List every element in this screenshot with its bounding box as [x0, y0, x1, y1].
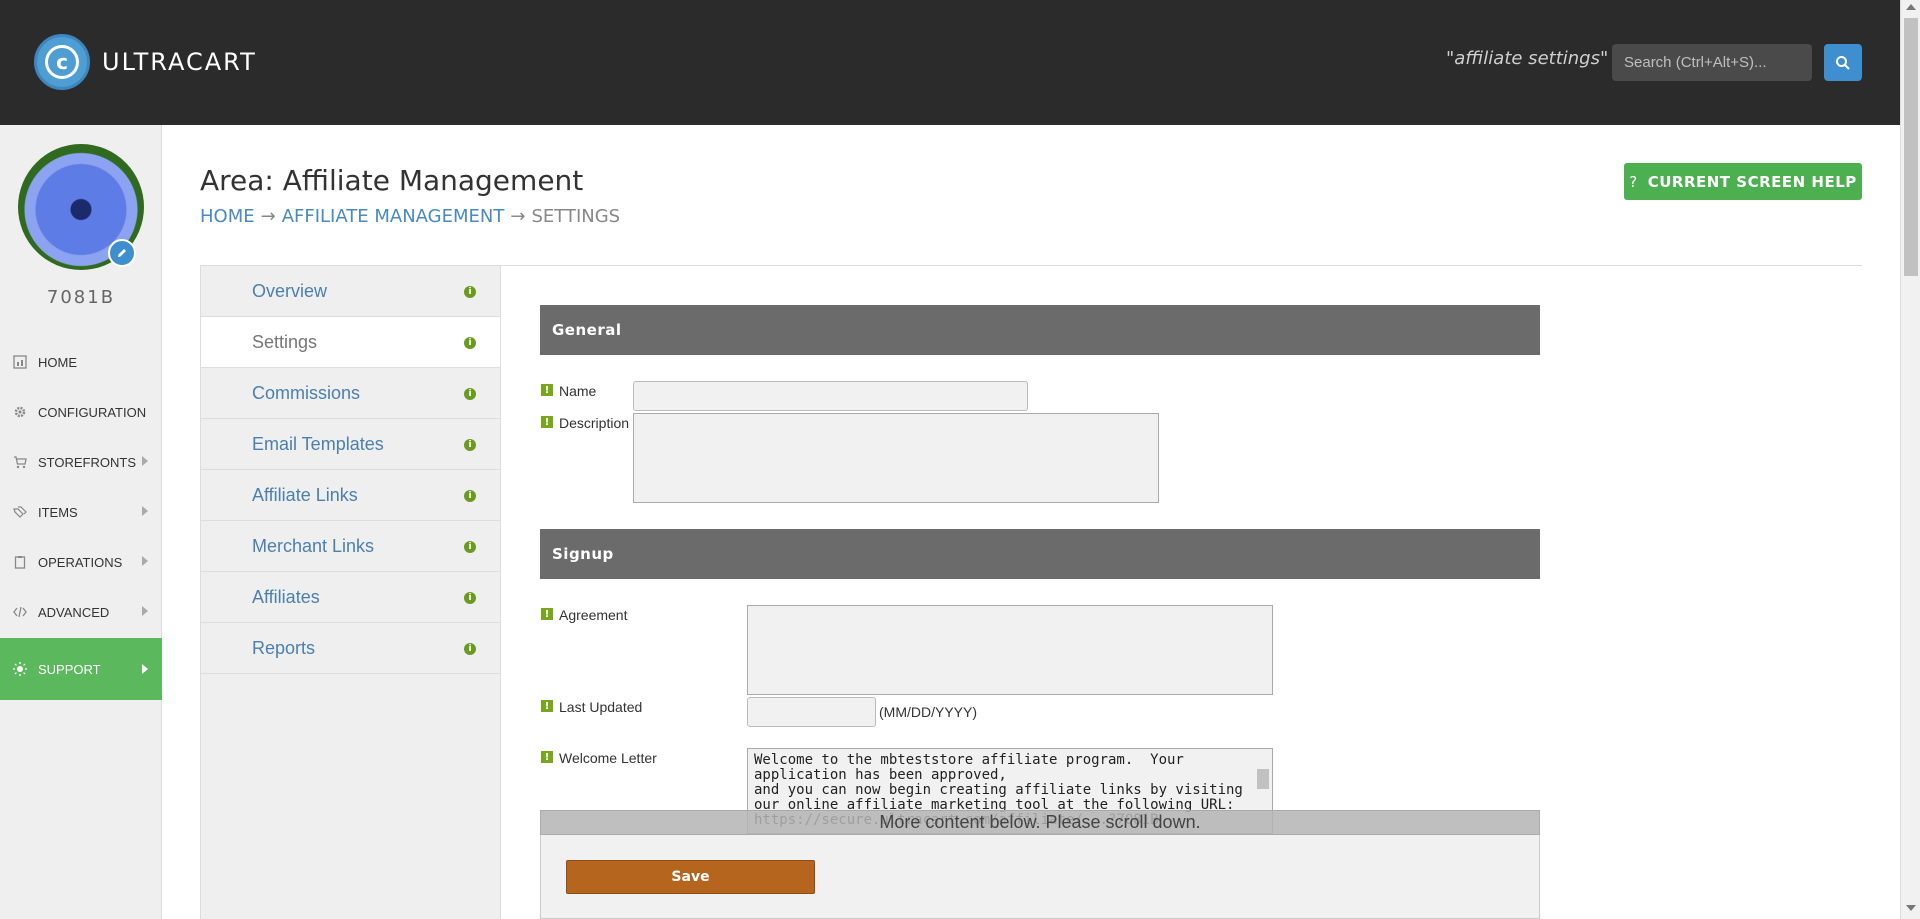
logo-icon: c: [34, 34, 90, 90]
name-label: Name: [559, 383, 597, 399]
sidebar-item-label: SUPPORT: [38, 661, 101, 677]
sidebar-item-configuration[interactable]: CONFIGURATION: [0, 387, 162, 437]
sidebar-item-label: OPERATIONS: [38, 554, 123, 570]
sidebar-item-support[interactable]: SUPPORT: [0, 638, 162, 700]
breadcrumb: HOME → AFFILIATE MANAGEMENT → SETTINGS: [200, 206, 620, 227]
info-icon[interactable]: i: [464, 592, 476, 604]
scrollbar-thumb[interactable]: [1257, 769, 1269, 789]
save-button[interactable]: Save: [566, 860, 815, 894]
pencil-icon: [118, 249, 126, 257]
search-icon: [1836, 55, 1850, 70]
subnav-item-label: Affiliates: [252, 586, 320, 607]
chevron-right-icon: [142, 456, 148, 466]
last-search-term[interactable]: "affiliate settings": [1446, 48, 1608, 69]
breadcrumb-affiliate-management-link[interactable]: AFFILIATE MANAGEMENT: [282, 206, 505, 227]
info-icon[interactable]: i: [464, 541, 476, 553]
info-icon[interactable]: i: [464, 643, 476, 655]
code-icon: [12, 604, 28, 620]
scroll-up-arrow-icon[interactable]: [1906, 4, 1916, 10]
field-help-icon[interactable]: !: [541, 416, 553, 428]
sidebar-item-label: HOME: [38, 354, 77, 370]
breadcrumb-home-link[interactable]: HOME: [200, 206, 255, 227]
sidebar-item-label: CONFIGURATION: [38, 404, 147, 420]
agreement-label: Agreement: [559, 607, 628, 623]
last-updated-label: Last Updated: [559, 699, 643, 715]
welcome-letter-scrollbar[interactable]: [1255, 749, 1271, 811]
subnav-item-label: Commissions: [252, 382, 361, 403]
name-field[interactable]: [633, 381, 1028, 411]
help-button-label: CURRENT SCREEN HELP: [1647, 172, 1857, 191]
edit-avatar-button[interactable]: [108, 239, 136, 267]
page-scrollbar[interactable]: [1900, 0, 1920, 919]
subnav-item-affiliate-links[interactable]: Affiliate Links i: [201, 470, 500, 521]
subnav-item-label: Settings: [252, 331, 318, 352]
subnav-item-label: Merchant Links: [252, 535, 375, 556]
breadcrumb-separator: →: [510, 206, 526, 227]
field-help-icon[interactable]: !: [541, 608, 553, 620]
gear-icon: [12, 404, 28, 420]
clipboard-icon: [12, 554, 28, 570]
scroll-down-arrow-icon[interactable]: [1906, 905, 1916, 911]
breadcrumb-separator: →: [260, 206, 276, 227]
sun-icon: [12, 661, 28, 677]
left-sidebar: 7081B HOME CONFIGURATION STOREFRONTS ITE…: [0, 125, 162, 919]
info-icon[interactable]: i: [464, 439, 476, 451]
field-help-icon[interactable]: !: [541, 384, 553, 396]
subnav-item-label: Reports: [252, 637, 316, 658]
subnav-item-email-templates[interactable]: Email Templates i: [201, 419, 500, 470]
save-bar: Save: [540, 835, 1540, 919]
sidebar-item-operations[interactable]: OPERATIONS: [0, 537, 162, 587]
search-button[interactable]: [1824, 44, 1862, 81]
search-input[interactable]: [1612, 44, 1812, 81]
subnav-item-overview[interactable]: Overview i: [201, 266, 500, 317]
sidebar-item-label: ADVANCED: [38, 604, 110, 620]
agreement-textarea[interactable]: [747, 605, 1273, 695]
description-label: Description: [559, 415, 630, 431]
tags-icon: [12, 504, 28, 520]
top-header: c ULTRACART "affiliate settings": [0, 0, 1900, 125]
brand-name: ULTRACART: [102, 48, 257, 76]
ultracart-logo[interactable]: c ULTRACART: [34, 34, 257, 90]
subnav-item-label: Email Templates: [252, 433, 384, 454]
chevron-right-icon: [142, 664, 148, 674]
description-textarea[interactable]: [633, 413, 1159, 503]
subnav-item-reports[interactable]: Reports i: [201, 623, 500, 674]
info-icon[interactable]: i: [464, 490, 476, 502]
sidebar-item-storefronts[interactable]: STOREFRONTS: [0, 437, 162, 487]
info-icon[interactable]: i: [464, 388, 476, 400]
chevron-right-icon: [142, 556, 148, 566]
scrollbar-thumb[interactable]: [1904, 18, 1918, 276]
chevron-right-icon: [142, 606, 148, 616]
info-icon[interactable]: i: [464, 337, 476, 349]
sidebar-item-advanced[interactable]: ADVANCED: [0, 587, 162, 637]
sidebar-item-label: ITEMS: [38, 504, 78, 520]
current-screen-help-button[interactable]: ? CURRENT SCREEN HELP: [1624, 163, 1862, 200]
subnav-item-merchant-links[interactable]: Merchant Links i: [201, 521, 500, 572]
chart-icon: [12, 354, 28, 370]
sidebar-item-home[interactable]: HOME: [0, 337, 162, 387]
section-heading-signup: Signup: [540, 529, 1540, 579]
subnav-item-commissions[interactable]: Commissions i: [201, 368, 500, 419]
merchant-id: 7081B: [46, 287, 116, 308]
section-heading-general: General: [540, 305, 1540, 355]
page-title: Area: Affiliate Management: [200, 164, 584, 197]
more-content-notice: More content below. Please scroll down.: [540, 810, 1540, 835]
field-help-icon[interactable]: !: [541, 751, 553, 763]
field-help-icon[interactable]: !: [541, 700, 553, 712]
breadcrumb-current: SETTINGS: [531, 206, 621, 227]
subnav-item-affiliates[interactable]: Affiliates i: [201, 572, 500, 623]
subnav-item-label: Affiliate Links: [252, 484, 358, 505]
sidebar-item-label: STOREFRONTS: [38, 454, 136, 470]
info-icon[interactable]: i: [464, 286, 476, 298]
chevron-right-icon: [142, 506, 148, 516]
subnav-item-settings[interactable]: Settings i: [201, 317, 500, 368]
last-updated-field[interactable]: [747, 697, 876, 727]
cart-icon: [12, 454, 28, 470]
welcome-letter-label: Welcome Letter: [559, 750, 657, 766]
sidebar-item-items[interactable]: ITEMS: [0, 487, 162, 537]
affiliate-subnav: Overview i Settings i Commissions i Email T…: [200, 266, 501, 919]
date-format-hint: (MM/DD/YYYY): [879, 704, 977, 720]
subnav-item-label: Overview: [252, 280, 328, 301]
question-icon: ?: [1629, 172, 1638, 191]
